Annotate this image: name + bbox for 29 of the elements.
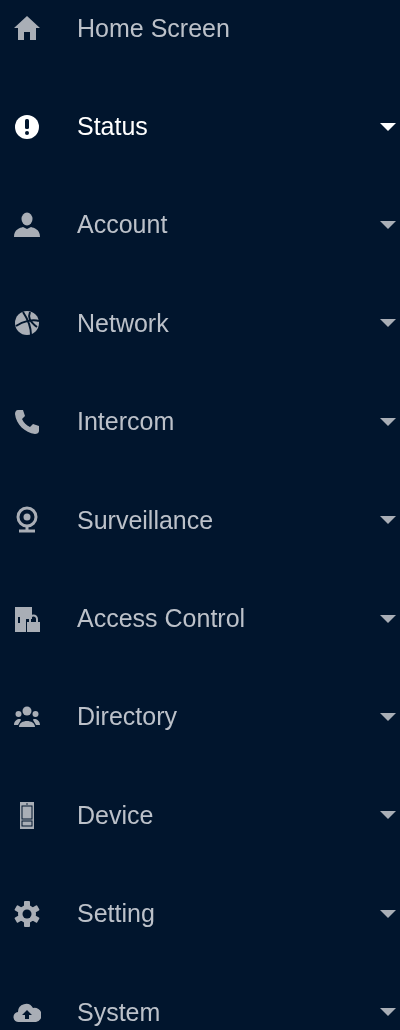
menu-label: Directory: [77, 702, 178, 732]
menu-item[interactable]: Status: [0, 77, 400, 176]
menu-label: Surveillance: [77, 505, 215, 535]
menu-item[interactable]: Account: [0, 175, 400, 275]
menu-label: Network: [77, 308, 170, 338]
menu-item[interactable]: Surveillance: [0, 470, 400, 570]
menu-label: Setting: [77, 899, 156, 929]
menu-label: Intercom: [77, 407, 176, 437]
menu-item[interactable]: Directory: [0, 667, 400, 767]
home-icon: [13, 14, 41, 43]
door-lock-icon: [13, 604, 41, 633]
gear-icon: [13, 899, 41, 928]
menu-label: System: [77, 997, 162, 1027]
menu-label: Device: [77, 800, 155, 830]
menu-item[interactable]: Setting: [0, 864, 400, 963]
user-icon: [13, 210, 41, 239]
menu-label: Account: [77, 210, 169, 240]
menu-item[interactable]: Device: [0, 766, 400, 865]
menu-label: Status: [77, 112, 149, 142]
menu-item[interactable]: System: [0, 962, 400, 1030]
menu-label: Home Screen: [77, 13, 231, 43]
menu-label: Access Control: [77, 604, 247, 634]
menu-item[interactable]: Home Screen: [0, 0, 400, 78]
phone-icon: [13, 407, 41, 436]
menu-item[interactable]: Network: [0, 274, 400, 373]
menu-item[interactable]: Access Control: [0, 569, 400, 668]
menu-item[interactable]: Intercom: [0, 372, 400, 471]
alert-icon: [13, 112, 41, 141]
globe-icon: [13, 309, 41, 338]
